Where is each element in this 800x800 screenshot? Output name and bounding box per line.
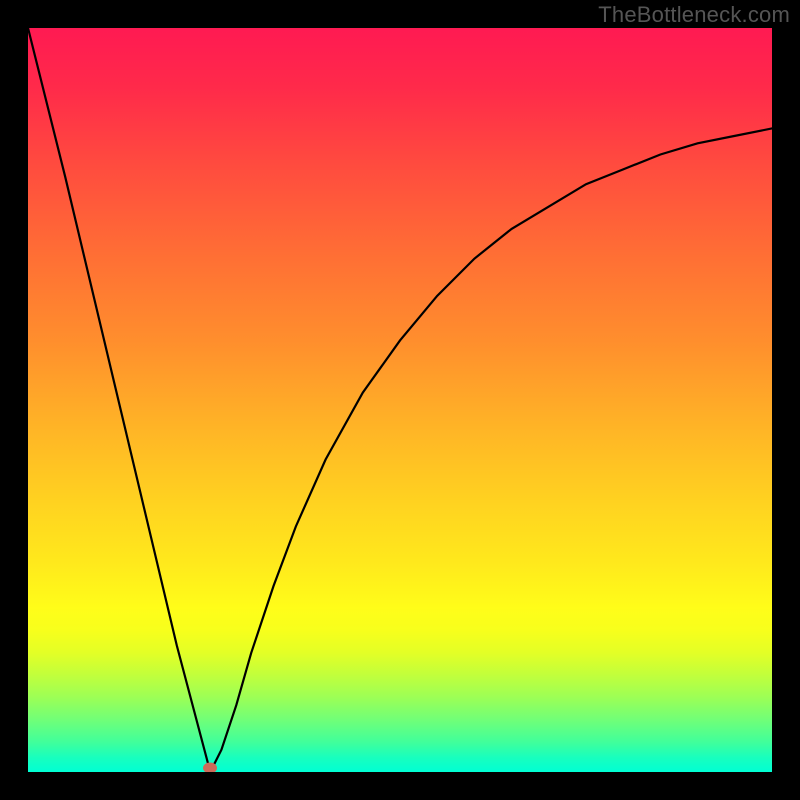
bottleneck-curve xyxy=(28,28,772,772)
chart-container: TheBottleneck.com xyxy=(0,0,800,800)
watermark-text: TheBottleneck.com xyxy=(598,2,790,28)
plot-area xyxy=(28,28,772,772)
minimum-marker-icon xyxy=(203,763,217,773)
